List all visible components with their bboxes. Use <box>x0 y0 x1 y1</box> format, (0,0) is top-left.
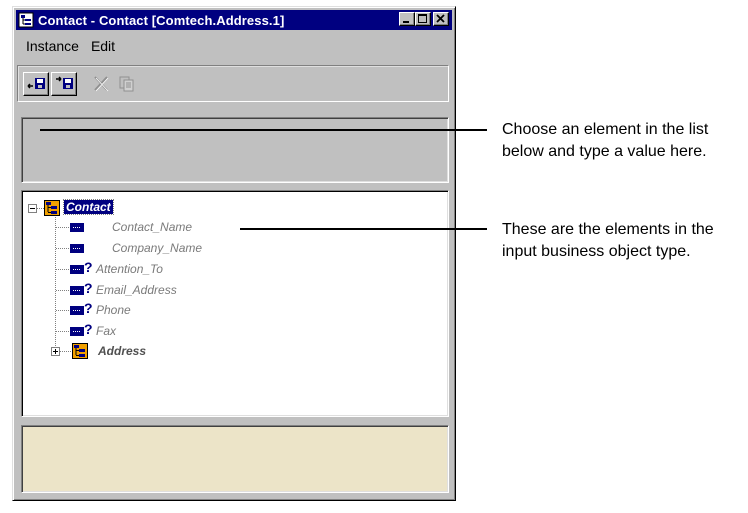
unknown-value-icon: ? <box>84 259 93 275</box>
minimize-button[interactable] <box>399 12 415 26</box>
title-bar[interactable]: Contact - Contact [Comtech.Address.1] <box>16 10 452 30</box>
import-button[interactable] <box>23 72 49 96</box>
test-connector-window: Contact - Contact [Comtech.Address.1] In… <box>12 6 456 501</box>
unknown-value-icon: ? <box>84 280 93 296</box>
copy-icon <box>119 76 134 92</box>
copy-button[interactable] <box>113 72 139 96</box>
attribute-icon <box>70 265 84 274</box>
window-title: Contact - Contact [Comtech.Address.1] <box>38 12 285 28</box>
callout-line: These are the elements in the <box>502 221 714 238</box>
callout-line-elements <box>240 228 487 230</box>
tree-node-label: Contact_Name <box>112 220 193 234</box>
tree-node-label: Fax <box>96 324 117 338</box>
callout-line: input business object type. <box>502 243 691 260</box>
description-panel <box>21 425 449 493</box>
expand-toggle[interactable] <box>51 347 60 356</box>
export-button[interactable] <box>51 72 77 96</box>
tree-node-label: Phone <box>96 303 131 317</box>
import-icon <box>27 78 45 89</box>
menu-edit[interactable]: Edit <box>85 38 121 54</box>
callout-value-field: Choose an element in the list below and … <box>502 119 708 163</box>
tree-node-label: Company_Name <box>112 241 203 255</box>
attribute-icon <box>70 327 84 336</box>
callout-line-value <box>40 129 487 131</box>
close-button[interactable] <box>433 12 449 26</box>
toolbar <box>17 65 449 102</box>
attribute-icon <box>70 244 84 253</box>
maximize-icon <box>418 14 427 23</box>
business-object-icon <box>18 12 34 28</box>
tree-node-label: Attention_To <box>96 262 163 276</box>
export-icon <box>56 76 73 89</box>
window-controls <box>399 12 449 26</box>
close-icon <box>436 14 445 23</box>
maximize-button[interactable] <box>415 12 431 26</box>
callout-line: Choose an element in the list <box>502 121 709 138</box>
attribute-icon <box>70 286 84 295</box>
menu-instance[interactable]: Instance <box>20 38 85 54</box>
unknown-value-icon: ? <box>84 300 93 316</box>
tree-node-label: Email_Address <box>96 283 177 297</box>
menu-bar: Instance Edit <box>16 35 452 57</box>
callout-elements-list: These are the elements in the input busi… <box>502 219 714 263</box>
value-input[interactable] <box>21 117 449 183</box>
collapse-toggle[interactable] <box>28 204 37 213</box>
delete-icon <box>94 76 109 92</box>
callout-line: below and type a value here. <box>502 143 707 160</box>
attribute-icon <box>70 306 84 315</box>
tree-node-label: Address <box>98 344 147 358</box>
minimize-icon <box>403 21 409 23</box>
business-object-icon <box>72 343 88 359</box>
tree-root-label[interactable]: Contact <box>63 199 114 215</box>
element-tree[interactable]: Contact Contact_Name Company_Name ? Atte… <box>21 190 449 417</box>
business-object-icon <box>44 200 60 216</box>
delete-button[interactable] <box>87 72 113 96</box>
unknown-value-icon: ? <box>84 321 93 337</box>
attribute-icon <box>70 223 84 232</box>
